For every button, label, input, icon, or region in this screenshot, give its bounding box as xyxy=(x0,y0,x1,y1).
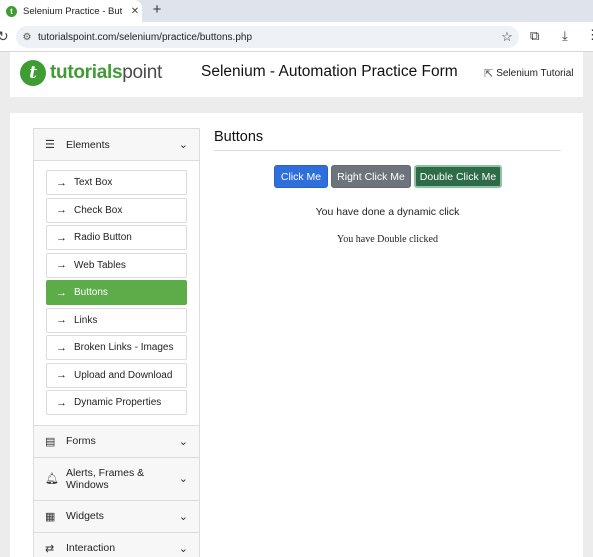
accordion-widgets[interactable]: ▦ Widgets ⌄ xyxy=(34,500,199,533)
sidebar-item-radio-button[interactable]: → Radio Button xyxy=(46,225,187,250)
accordion-forms-label: Forms xyxy=(66,435,96,447)
selenium-tutorial-link-label[interactable]: Selenium Tutorial xyxy=(496,68,573,79)
bell-icon: 🔔︎ xyxy=(45,473,59,485)
sidebar-item-web-tables[interactable]: → Web Tables xyxy=(46,252,187,278)
sidebar-item-broken-links[interactable]: → Broken Links - Images xyxy=(46,335,187,360)
sidebar-item-label: Web Tables xyxy=(74,259,126,271)
sidebar-item-upload-download[interactable]: → Upload and Download xyxy=(46,362,187,388)
bookmark-star-icon[interactable]: ☆ xyxy=(495,29,519,45)
chevron-down-icon: ⌄ xyxy=(178,473,188,485)
tutorialspoint-favicon-icon: t xyxy=(6,5,17,17)
logo-text: tutorialspoint xyxy=(50,62,162,84)
sidebar-item-label: Links xyxy=(74,314,98,326)
interaction-arrows-icon: ⇄ xyxy=(45,542,55,555)
sidebar-item-check-box[interactable]: → Check Box xyxy=(46,197,187,223)
download-icon[interactable]: ⤓ xyxy=(562,28,568,44)
arrow-right-icon: → xyxy=(56,176,67,189)
logo-text-thin: point xyxy=(122,62,162,83)
browser-tab[interactable]: t Selenium Practice - Buttons ✕ xyxy=(0,0,142,22)
double-click-me-button[interactable]: Double Click Me xyxy=(414,165,502,188)
page-title: Selenium - Automation Practice Form xyxy=(201,63,458,80)
sidebar-item-label: Radio Button xyxy=(74,232,132,243)
hamburger-icon: ☰ xyxy=(45,139,55,151)
dynamic-click-message: You have done a dynamic click xyxy=(315,206,460,218)
close-icon[interactable]: ✕ xyxy=(128,6,142,17)
sidebar-item-label: Check Box xyxy=(74,204,123,216)
selenium-tutorial-link[interactable]: ⇱ Selenium Tutorial xyxy=(484,67,573,80)
sidebar: ☰ Elements ⌄ → Text Box → Check Box → Radio… xyxy=(33,128,200,557)
sidebar-item-label: Text Box xyxy=(74,177,113,188)
logo-mark-icon: t xyxy=(20,60,46,86)
double-click-message: You have Double clicked xyxy=(337,234,438,245)
accordion-widgets-label: Widgets xyxy=(66,510,104,522)
site-settings-icon[interactable]: ⚙ xyxy=(16,32,38,43)
accordion-forms[interactable]: ▤ Forms ⌄ xyxy=(34,425,199,458)
main-card: ☰ Elements ⌄ → Text Box → Check Box → Radio… xyxy=(10,113,583,557)
chevron-down-icon: ⌄ xyxy=(178,139,188,151)
chevron-down-icon: ⌄ xyxy=(178,435,188,448)
arrow-right-icon: → xyxy=(56,369,67,381)
content-title: Buttons xyxy=(214,129,264,145)
url-text[interactable]: tutorialspoint.com/selenium/practice/but… xyxy=(38,32,495,43)
extensions-icon[interactable]: ⧉ xyxy=(530,28,539,44)
elements-list: → Text Box → Check Box → Radio Button → Web … xyxy=(34,161,199,426)
tab-title: Selenium Practice - Buttons xyxy=(23,5,122,17)
sidebar-item-links[interactable]: → Links xyxy=(46,307,187,333)
external-link-icon: ⇱ xyxy=(484,68,494,80)
accordion-interaction[interactable]: ⇄ Interaction ⌄ xyxy=(34,532,199,557)
accordion-alerts-frames-windows[interactable]: 🔔︎ Alerts, Frames & Windows ⌄ xyxy=(34,457,199,501)
arrow-right-icon: → xyxy=(56,204,67,216)
sidebar-item-label: Buttons xyxy=(74,287,108,298)
arrow-right-icon: → xyxy=(56,396,67,409)
chevron-down-icon: ⌄ xyxy=(178,510,188,523)
sidebar-item-label: Dynamic Properties xyxy=(74,397,162,408)
url-field[interactable]: ⚙ tutorialspoint.com/selenium/practice/b… xyxy=(16,26,519,48)
right-click-me-button[interactable]: Right Click Me xyxy=(331,165,411,188)
click-me-button[interactable]: Click Me xyxy=(274,165,328,188)
accordion-interaction-label: Interaction xyxy=(66,542,116,554)
sidebar-item-label: Broken Links - Images xyxy=(74,342,174,353)
reload-icon[interactable]: ↻ xyxy=(0,28,9,45)
chevron-down-icon: ⌄ xyxy=(178,542,188,555)
sidebar-item-dynamic-properties[interactable]: → Dynamic Properties xyxy=(46,390,187,415)
sidebar-item-text-box[interactable]: → Text Box xyxy=(46,170,187,195)
accordion-alerts-label: Alerts, Frames & Windows xyxy=(66,466,145,491)
browser-tab-bar: t Selenium Practice - Buttons ✕ + xyxy=(0,0,593,22)
button-row: Click Me Right Click Me Double Click Me xyxy=(274,165,502,188)
site-header: t tutorialspoint Selenium - Automation P… xyxy=(10,52,583,97)
sidebar-item-buttons[interactable]: → Buttons xyxy=(46,280,187,305)
accordion-elements-label: Elements xyxy=(66,138,110,151)
arrow-right-icon: → xyxy=(56,259,67,271)
logo-text-bold: tutorials xyxy=(50,62,123,83)
new-tab-button[interactable]: + xyxy=(148,1,166,18)
accordion-elements[interactable]: ☰ Elements ⌄ xyxy=(34,129,199,161)
divider xyxy=(214,150,561,151)
address-bar: ↻ ⚙ tutorialspoint.com/selenium/practice… xyxy=(0,22,593,52)
arrow-right-icon: → xyxy=(56,341,67,354)
arrow-right-icon: → xyxy=(56,231,67,244)
widgets-icon: ▦ xyxy=(45,510,56,523)
arrow-right-icon: → xyxy=(56,314,67,326)
arrow-right-icon: → xyxy=(56,286,67,299)
tutorialspoint-logo[interactable]: t tutorialspoint xyxy=(20,60,162,86)
menu-icon[interactable]: ⋮ xyxy=(586,27,593,43)
sidebar-item-label: Upload and Download xyxy=(74,369,173,381)
form-icon: ▤ xyxy=(45,435,56,448)
